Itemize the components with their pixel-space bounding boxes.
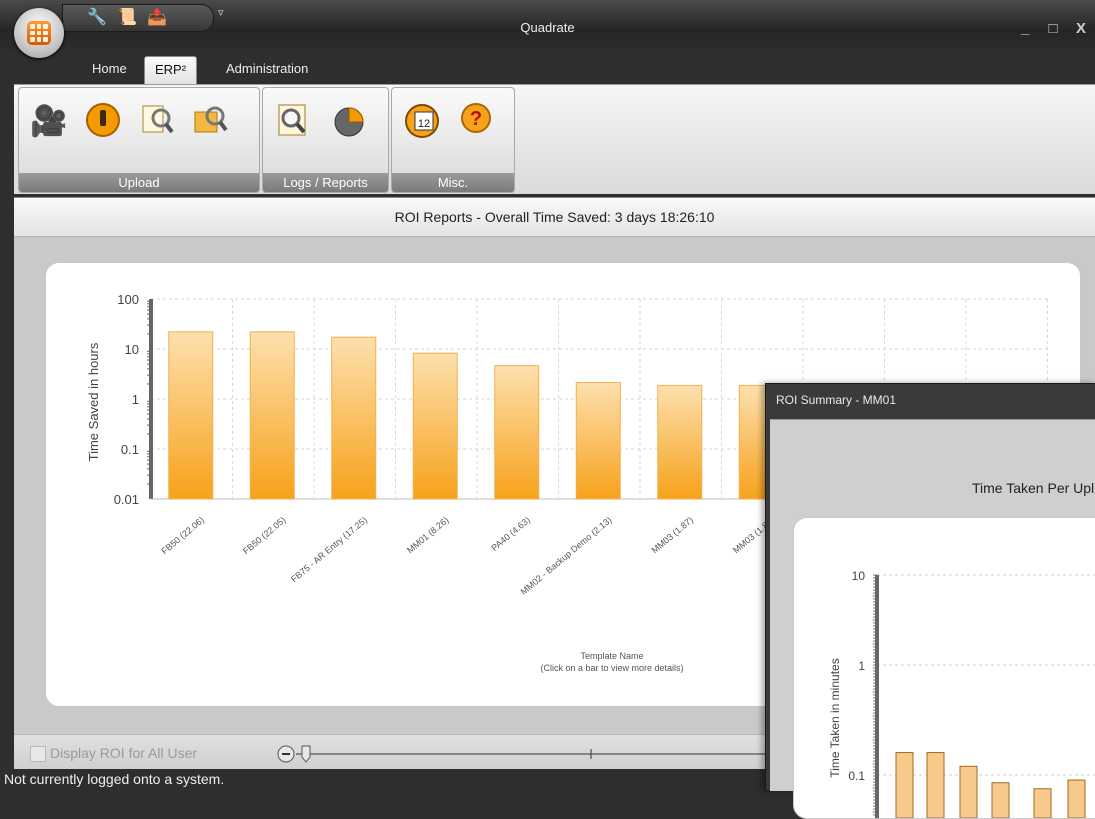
svg-text:?: ? — [470, 108, 482, 130]
power-icon[interactable] — [83, 102, 123, 142]
pie-chart-icon[interactable] — [329, 102, 369, 142]
window-controls: _ □ X — [1011, 20, 1095, 37]
svg-text:12: 12 — [418, 118, 430, 130]
x-tick-label: MM03 (1.87) — [650, 515, 696, 555]
y-tick-label: 10 — [125, 342, 139, 357]
customize-toolbar-arrow-icon[interactable]: ▿ — [218, 6, 224, 19]
y-tick-label: 10 — [852, 569, 866, 583]
window-title: Quadrate — [520, 20, 575, 35]
search-folder-icon[interactable] — [191, 102, 231, 142]
title-bar: 🔧 📜 📤 ▿ Quadrate _ □ X — [0, 0, 1095, 50]
x-tick-label: PA40 (4.63) — [489, 515, 532, 553]
chart-bar — [494, 365, 540, 500]
y-axis-label: Time Saved in hours — [86, 342, 101, 461]
x-axis-note: (Click on a bar to view more details) — [540, 663, 683, 673]
group-label-misc: Misc. — [392, 173, 514, 192]
calendar-clock-icon[interactable]: 12 — [402, 102, 442, 142]
popup-title: ROI Summary - MM01 — [776, 393, 897, 407]
ribbon: 🎥 Upload Logs / Reports 12 ? Misc. — [14, 84, 1095, 194]
camera-icon[interactable]: 🎥 — [29, 102, 69, 142]
time-taken-chart: 10 1 0.1 Time Taken in minutes — [828, 569, 1095, 818]
tab-administration[interactable]: Administration — [216, 56, 318, 82]
zoom-thumb — [301, 745, 311, 763]
zoom-slider[interactable] — [276, 743, 776, 765]
popup-chart-card: 10 1 0.1 Time Taken in minutes — [793, 517, 1095, 819]
magnifier-icon[interactable] — [273, 102, 313, 142]
chart-bar — [249, 331, 295, 500]
grid-icon — [27, 21, 51, 45]
x-tick-label: FB50 (22.05) — [241, 515, 288, 556]
x-tick-label: FB75 - AR Entry (17.25) — [289, 515, 369, 584]
popup-chart-title: Time Taken Per Upl — [972, 480, 1095, 496]
close-button[interactable]: X — [1067, 20, 1095, 37]
chart-bar — [1067, 779, 1086, 818]
report-header: ROI Reports - Overall Time Saved: 3 days… — [14, 198, 1095, 237]
ribbon-group-upload: 🎥 Upload — [18, 87, 260, 193]
chart-bar — [168, 331, 214, 500]
chart-bar — [575, 382, 621, 500]
y-tick-label: 0.01 — [114, 492, 139, 507]
display-all-users-checkbox[interactable] — [30, 746, 46, 762]
ribbon-group-logs-reports: Logs / Reports — [262, 87, 389, 193]
tab-home[interactable]: Home — [82, 56, 137, 82]
application-menu-button[interactable] — [14, 8, 64, 58]
search-document-icon[interactable] — [137, 102, 177, 142]
y-tick-label: 1 — [858, 659, 865, 673]
chart-bar — [895, 752, 914, 818]
popup-chart-plot: 10 1 0.1 Time Taken in minutes — [828, 569, 1095, 818]
x-tick-label: MM02 - Backup Demo (2.13) — [519, 515, 614, 597]
help-icon[interactable]: ? — [456, 102, 496, 142]
tab-erp2[interactable]: ERP² — [144, 56, 198, 85]
y-axis-label: Time Taken in minutes — [828, 658, 842, 777]
chart-bar — [991, 782, 1010, 818]
y-tick-label: 0.1 — [121, 442, 139, 457]
chart-bar — [1033, 788, 1052, 818]
chart-bar — [959, 765, 978, 818]
y-tick-label: 1 — [132, 392, 139, 407]
chart-bar — [412, 352, 458, 500]
ribbon-group-misc: 12 ? Misc. — [391, 87, 515, 193]
popup-body: Time Taken Per Upl 10 1 0.1 Time Taken in m… — [770, 419, 1095, 819]
display-all-users-label: Display ROI for All User — [50, 745, 198, 761]
chart-bar — [331, 336, 377, 500]
y-tick-label: 0.1 — [848, 769, 865, 783]
minimize-button[interactable]: _ — [1011, 20, 1039, 37]
group-label-upload: Upload — [19, 173, 259, 192]
chart-bar — [657, 384, 703, 500]
x-tick-label: FB50 (22.06) — [159, 515, 206, 556]
x-axis-label: Template Name — [580, 651, 643, 661]
maximize-button[interactable]: □ — [1039, 20, 1067, 37]
roi-summary-window[interactable]: ROI Summary - MM01 Time Taken Per Upl 10… — [765, 383, 1095, 819]
x-tick-label: MM01 (8.26) — [405, 515, 451, 555]
group-label-logs-reports: Logs / Reports — [263, 173, 388, 192]
chart-bar — [926, 752, 945, 818]
y-tick-label: 100 — [117, 292, 139, 307]
